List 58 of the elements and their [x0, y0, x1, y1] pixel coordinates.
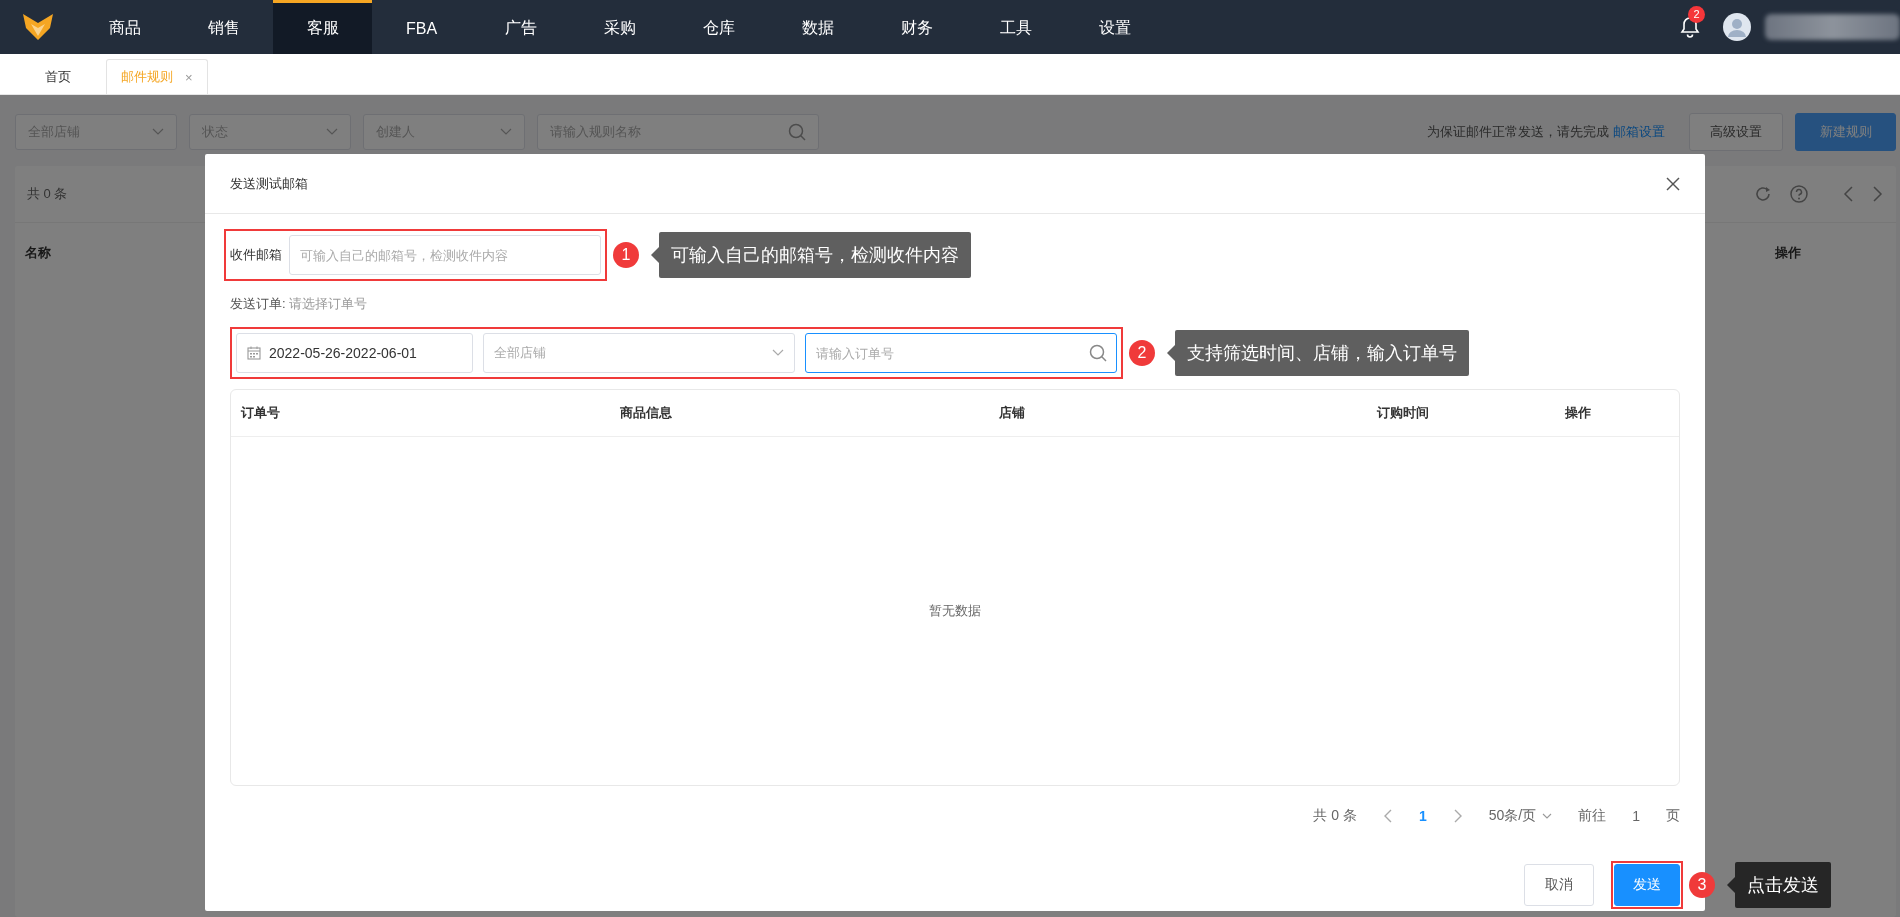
callout: 支持筛选时间、店铺，输入订单号 — [1167, 330, 1469, 376]
nav-tab[interactable]: 工具 — [966, 0, 1065, 54]
dialog-title: 发送测试邮箱 — [230, 174, 308, 193]
column-header: 店铺 — [999, 404, 1026, 422]
notification-badge: 2 — [1688, 6, 1705, 23]
chevron-left-icon[interactable] — [1842, 185, 1854, 203]
callout: 可输入自己的邮箱号，检测收件内容 — [651, 232, 971, 278]
nav-tab[interactable]: 广告 — [471, 0, 570, 54]
nav-tab[interactable]: 商品 — [75, 0, 174, 54]
chevron-down-icon — [772, 349, 784, 357]
search-icon[interactable] — [788, 123, 806, 141]
nav-tab[interactable]: 数据 — [768, 0, 867, 54]
cancel-button[interactable]: 取消 — [1524, 864, 1594, 906]
order-search-field[interactable]: 请输入订单号 — [805, 333, 1117, 373]
column-header: 名称 — [25, 244, 51, 262]
page-tab[interactable]: 首页 — [30, 59, 86, 94]
goto-label: 前往 — [1578, 807, 1607, 825]
nav-tab[interactable]: FBA — [372, 0, 471, 54]
nav-tab[interactable]: 设置 — [1065, 0, 1164, 54]
recipient-email-field[interactable]: 可输入自己的邮箱号，检测收件内容 — [289, 235, 601, 275]
callout: 点击发送 — [1727, 862, 1831, 908]
mailbox-notice: 为保证邮件正常发送，请先完成 邮箱设置 — [1427, 123, 1665, 141]
calendar-icon — [247, 346, 261, 360]
chevron-down-icon — [500, 128, 512, 136]
column-header: 操作 — [1565, 404, 1592, 422]
chevron-down-icon — [152, 128, 164, 136]
column-header: 订单号 — [241, 404, 281, 422]
order-label: 发送订单: 请选择订单号 — [230, 295, 369, 313]
chevron-left-icon[interactable] — [1382, 809, 1393, 823]
nav-tab[interactable]: 财务 — [867, 0, 966, 54]
nav-tab[interactable]: 采购 — [570, 0, 669, 54]
chevron-down-icon — [1542, 813, 1553, 819]
total-count: 共 0 条 — [27, 185, 68, 203]
chevron-down-icon — [326, 128, 338, 136]
chevron-right-icon[interactable] — [1452, 809, 1463, 823]
chevron-right-icon[interactable] — [1872, 185, 1884, 203]
goto-page-field[interactable]: 1 — [1632, 808, 1640, 824]
refresh-icon[interactable] — [1754, 185, 1772, 203]
help-icon[interactable] — [1790, 185, 1808, 203]
close-icon[interactable] — [1666, 176, 1680, 191]
fox-logo-icon — [22, 14, 53, 40]
advanced-settings-button[interactable]: 高级设置 — [1689, 113, 1783, 151]
page-size-select[interactable]: 50条/页 — [1488, 807, 1553, 825]
nav-tab[interactable]: 销售 — [174, 0, 273, 54]
avatar-icon[interactable] — [1723, 13, 1751, 41]
field-label: 收件邮箱 — [230, 246, 282, 264]
date-range-field[interactable]: 2022-05-26-2022-06-01 — [236, 333, 473, 373]
column-header: 订购时间 — [1377, 404, 1430, 422]
search-icon[interactable] — [1089, 344, 1107, 362]
column-header: 商品信息 — [620, 404, 673, 422]
highlight-frame — [1611, 861, 1683, 909]
total-count: 共 0 条 — [1313, 807, 1357, 825]
nav-tab[interactable]: 客服 — [273, 0, 372, 54]
page-suffix: 页 — [1666, 807, 1680, 825]
nav-tab[interactable]: 仓库 — [669, 0, 768, 54]
empty-message: 暂无数据 — [929, 602, 981, 620]
column-header: 操作 — [1775, 244, 1801, 262]
bell-icon[interactable] — [1679, 16, 1701, 38]
